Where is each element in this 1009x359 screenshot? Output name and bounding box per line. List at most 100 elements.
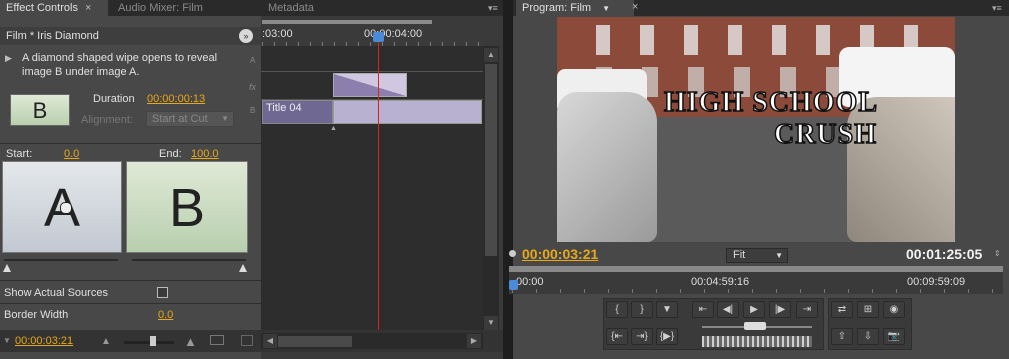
step-back-button[interactable]: ◀|: [717, 301, 739, 318]
panel-menu-icon[interactable]: ▾≡: [992, 3, 1004, 13]
zoom-in-icon[interactable]: ▲: [184, 334, 197, 349]
clip-b[interactable]: [333, 100, 482, 124]
thumbnail-b-letter: B: [168, 178, 206, 238]
start-slider-track: [4, 259, 118, 261]
current-time-marker-icon: [509, 250, 516, 257]
show-actual-sources-checkbox[interactable]: [157, 287, 168, 298]
thumbnail-a: A: [2, 161, 122, 253]
play-preview-icon[interactable]: ▶: [5, 53, 12, 64]
panel-resize-icon[interactable]: ⇕: [994, 249, 1001, 258]
scroll-down-icon[interactable]: ▼: [484, 316, 498, 330]
alignment-select-value: Start at Cut: [152, 113, 208, 125]
close-icon[interactable]: ×: [632, 1, 638, 13]
duration-value[interactable]: 00:00:00:13: [147, 93, 205, 105]
panel-menu-icon[interactable]: ▾≡: [488, 3, 500, 13]
program-ruler-start: 00:00: [516, 276, 544, 288]
end-value[interactable]: 100.0: [191, 148, 219, 160]
tab-metadata[interactable]: Metadata: [262, 0, 320, 16]
export-icon[interactable]: [241, 335, 253, 346]
snap-icon[interactable]: [210, 335, 224, 345]
loop-button[interactable]: ⇄: [831, 301, 853, 318]
video-title-line2: CRUSH: [773, 118, 877, 151]
export-frame-button[interactable]: 📷: [883, 328, 905, 345]
jog-wheel[interactable]: [702, 336, 812, 347]
go-to-next-edit-button[interactable]: ⇥}: [631, 328, 653, 345]
zoom-out-icon[interactable]: ▲: [101, 336, 111, 347]
end-slider-handle[interactable]: [239, 264, 247, 272]
close-icon[interactable]: ×: [85, 2, 91, 14]
tab-program[interactable]: Program: Film ▼: [516, 0, 634, 16]
program-duration-timecode: 00:01:25:05: [906, 246, 983, 262]
horizontal-scroll-thumb[interactable]: [278, 336, 352, 347]
chevron-down-icon: ▼: [775, 251, 783, 260]
fit-select[interactable]: Fit ▼: [726, 248, 788, 263]
program-ruler-ticks: [512, 289, 1000, 293]
track-label-fx: fx: [249, 82, 257, 92]
fit-select-value: Fit: [733, 249, 746, 261]
chevron-down-icon[interactable]: ▼: [602, 4, 610, 13]
start-value[interactable]: 0.0: [64, 148, 79, 160]
add-marker-button[interactable]: ▼: [656, 301, 678, 318]
panel-divider: [503, 0, 513, 359]
play-button[interactable]: ▶: [743, 301, 765, 318]
step-forward-button[interactable]: |▶: [769, 301, 791, 318]
mark-in-button[interactable]: {: [606, 301, 628, 318]
playhead-handle[interactable]: [373, 32, 384, 42]
show-actual-sources-label: Show Actual Sources: [4, 287, 108, 299]
transition-preview-thumbnail: B: [10, 94, 70, 126]
scroll-up-icon[interactable]: ▲: [484, 48, 498, 62]
work-area-bar[interactable]: [262, 20, 432, 24]
program-playhead-handle[interactable]: [509, 280, 518, 290]
show-timeline-icon[interactable]: »: [239, 29, 253, 43]
program-ruler-mid: 00:04:59:16: [691, 276, 750, 288]
mark-out-button[interactable]: }: [631, 301, 653, 318]
vertical-scroll-thumb[interactable]: [485, 64, 497, 256]
playhead-line: [378, 36, 379, 330]
zoom-slider-track: [124, 341, 174, 344]
transition-clip[interactable]: [333, 73, 407, 97]
silver-car-left: [557, 92, 657, 242]
end-slider-track: [132, 259, 246, 261]
go-to-previous-edit-button[interactable]: {⇤: [606, 328, 628, 345]
border-width-value[interactable]: 0.0: [158, 309, 173, 321]
footer-play-icon[interactable]: ▼: [3, 336, 11, 345]
safe-margins-button[interactable]: ⊞: [857, 301, 879, 318]
footer-timecode[interactable]: 00:00:03:21: [15, 335, 73, 347]
output-button[interactable]: ◉: [883, 301, 905, 318]
chevron-down-icon: ▼: [221, 114, 229, 123]
video-title-line1: HIGH SCHOOL: [663, 86, 879, 119]
ruler-time-left: :03:00: [262, 28, 293, 40]
scroll-left-icon[interactable]: ◀: [263, 334, 277, 348]
duration-label: Duration: [93, 93, 135, 105]
play-in-to-out-button[interactable]: {▶}: [656, 328, 678, 345]
go-to-in-button[interactable]: ⇤: [692, 301, 714, 318]
scroll-right-icon[interactable]: ▶: [467, 334, 481, 348]
program-video-frame[interactable]: HIGH SCHOOL CRUSH: [557, 17, 955, 242]
tab-audio-mixer[interactable]: Audio Mixer: Film: [112, 0, 209, 16]
end-label: End:: [159, 148, 182, 160]
lift-button[interactable]: ⇧: [831, 328, 853, 345]
effect-description: A diamond shaped wipe opens to reveal im…: [22, 52, 218, 78]
alignment-select[interactable]: Start at Cut ▼: [146, 111, 234, 127]
zoom-slider-handle[interactable]: [150, 336, 156, 346]
thumbnail-b: B: [126, 161, 248, 253]
go-to-out-button[interactable]: ⇥: [796, 301, 818, 318]
border-width-label: Border Width: [4, 309, 69, 321]
start-slider-handle[interactable]: [3, 264, 11, 272]
start-label: Start:: [6, 148, 33, 160]
tab-effect-controls[interactable]: Effect Controls ×: [0, 0, 108, 16]
divider: [0, 303, 261, 304]
shuttle-slider-handle[interactable]: [744, 322, 766, 330]
divider: [0, 143, 261, 144]
tab-effect-controls-label: Effect Controls: [6, 2, 78, 14]
program-current-timecode[interactable]: 00:00:03:21: [522, 246, 598, 262]
effect-title: Film * Iris Diamond: [6, 30, 99, 42]
track-divider: [261, 71, 483, 72]
track-label-b: B: [250, 106, 256, 115]
extract-button[interactable]: ⇩: [857, 328, 879, 345]
center-point-handle[interactable]: [60, 202, 72, 214]
ruler-ticks: [262, 42, 482, 46]
cut-marker-icon: ▲: [330, 125, 337, 132]
program-ruler-end: 00:09:59:09: [907, 276, 966, 288]
clip-title-04[interactable]: Title 04: [262, 100, 333, 124]
